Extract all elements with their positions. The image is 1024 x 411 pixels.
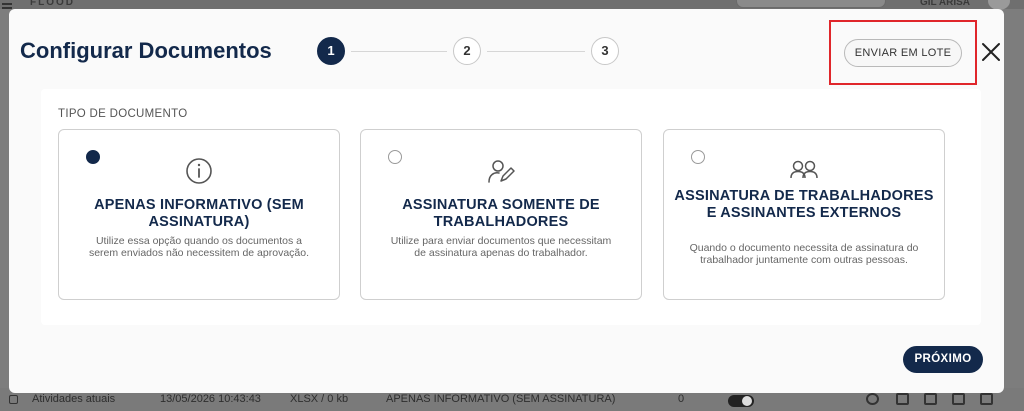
row-toggle [728,395,754,407]
close-button[interactable] [979,40,1003,64]
configure-documents-modal: Configurar Documentos 1 2 3 ENVIAR EM LO… [9,9,1004,393]
menu-icon [2,3,12,9]
stepper-step-1: 1 [317,37,345,65]
option-card-informative[interactable]: APENAS INFORMATIVO (SEM ASSINATURA) Util… [58,129,340,300]
close-x-icon [982,43,1000,61]
background-header: FLOOD GIL ARISA [0,0,1024,10]
option-title: ASSINATURA DE TRABALHADORES E ASSINANTES… [674,188,934,221]
highlight-annotation [829,20,977,85]
view-icon [866,393,879,405]
edit-icon [896,393,909,405]
modal-title: Configurar Documentos [20,38,272,63]
row-date: 13/05/2026 10:43:43 [160,393,261,405]
background-search-pill [736,0,886,8]
option-description: Utilize para enviar documentos que neces… [390,235,612,259]
stepper-step-2: 2 [453,37,481,65]
mail-icon [952,393,965,405]
radio-informative[interactable] [86,150,100,164]
option-title: APENAS INFORMATIVO (SEM ASSINATURA) [94,197,304,230]
option-title: ASSINATURA SOMENTE DE TRABALHADORES [402,197,600,230]
radio-workers-signature[interactable] [388,150,402,164]
stepper-step-3: 3 [591,37,619,65]
users-icon [790,160,818,179]
radio-workers-and-external[interactable] [691,150,705,164]
download-icon [924,393,937,405]
next-button[interactable]: PRÓXIMO [903,346,983,373]
row-count: 0 [678,393,685,405]
option-description: Quando o documento necessita de assinatu… [689,242,919,266]
stepper-connector [351,51,447,52]
stepper-connector [487,51,585,52]
section-label: TIPO DE DOCUMENTO [58,108,188,120]
option-description: Utilize essa opção quando os documentos … [88,235,310,259]
app-logo: FLOOD [30,0,75,8]
option-card-workers-signature[interactable]: ASSINATURA SOMENTE DE TRABALHADORES Util… [360,129,642,300]
row-type: APENAS INFORMATIVO (SEM ASSINATURA) [386,393,616,405]
signature-pen-icon [488,160,515,183]
row-file: XLSX / 0 kb [290,393,349,405]
row-checkbox [9,395,18,404]
row-name: Atividades atuais [32,393,116,405]
info-icon [186,158,212,184]
option-card-workers-and-external[interactable]: ASSINATURA DE TRABALHADORES E ASSINANTES… [663,129,945,300]
document-type-panel: TIPO DE DOCUMENTO APENAS INFORMATIVO (SE… [41,89,981,325]
user-name: GIL ARISA [920,0,971,8]
delete-icon [980,393,993,405]
